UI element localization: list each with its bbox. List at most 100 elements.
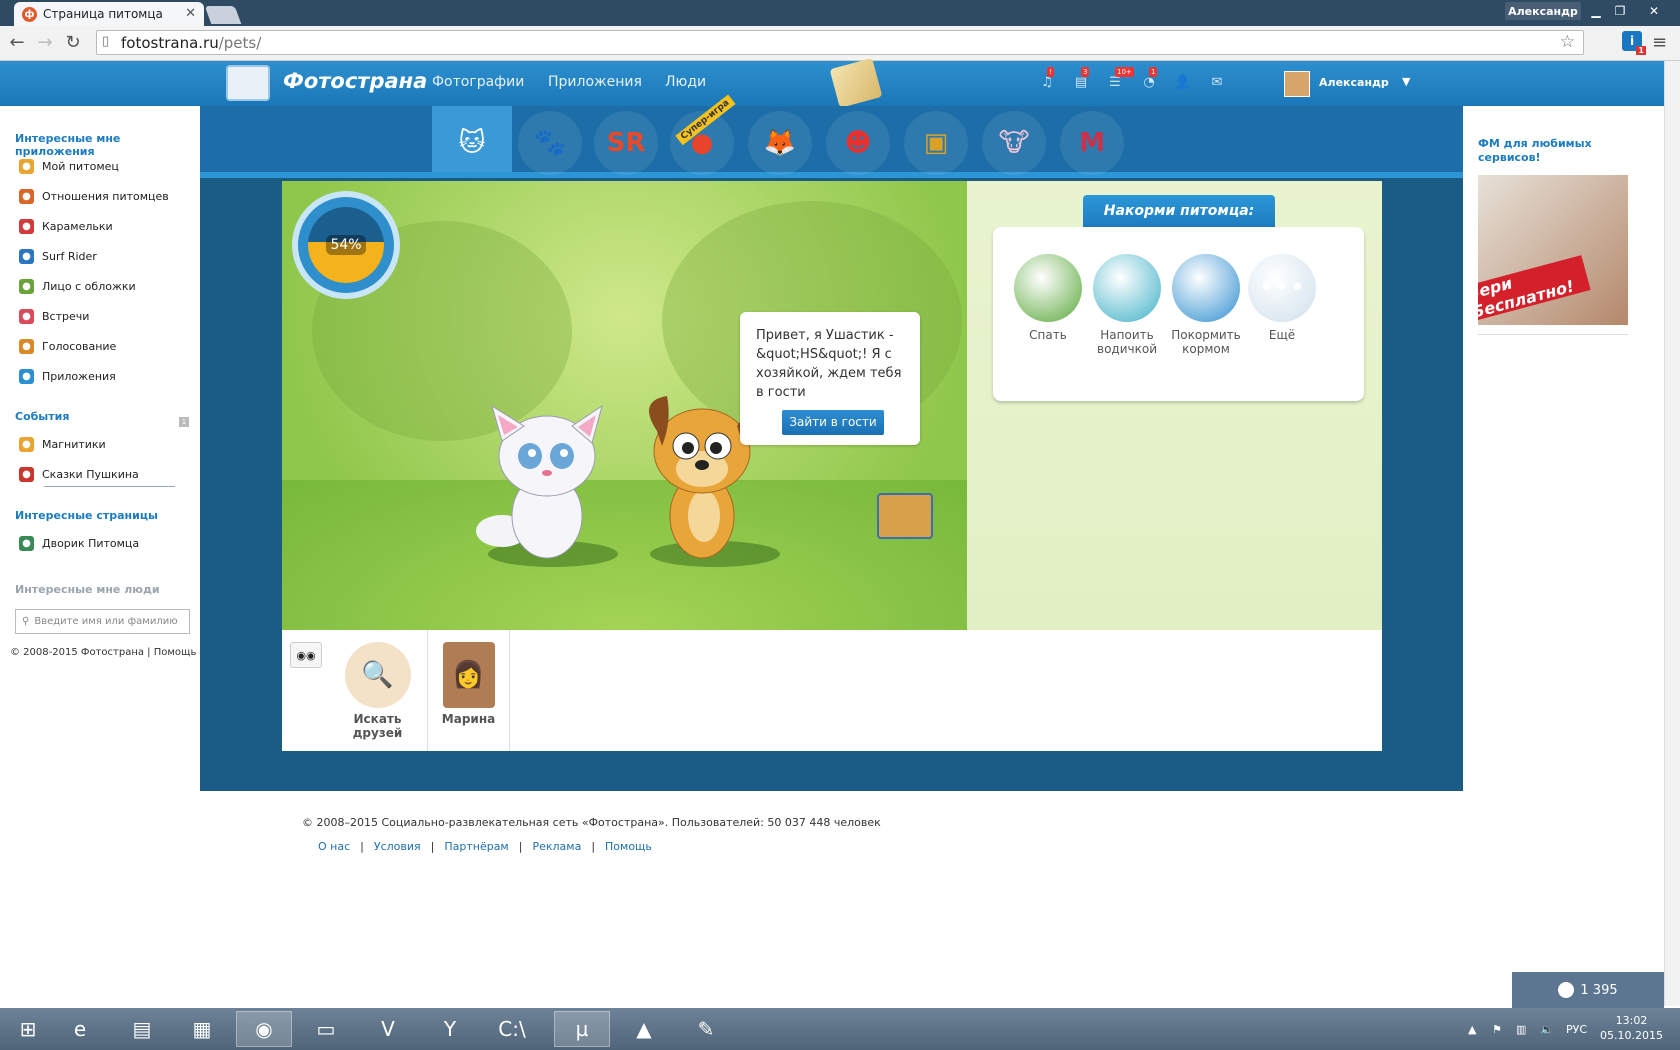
app-icon-angry[interactable]: ☻ <box>826 111 890 175</box>
fotostrana-logo-icon[interactable] <box>226 65 270 101</box>
close-window-icon[interactable]: ✕ <box>1642 2 1666 20</box>
restore-icon[interactable]: ❐ <box>1608 2 1632 20</box>
footer-link[interactable]: Партнёрам <box>444 840 508 853</box>
footer-link[interactable]: Реклама <box>532 840 581 853</box>
taskbar-chrome-icon[interactable]: ◉ <box>236 1011 292 1047</box>
clock-time: 13:02 <box>1615 1014 1648 1027</box>
sidebar-item[interactable]: ● Карамельки <box>19 218 113 234</box>
extension-icon[interactable]: i1 <box>1622 31 1646 55</box>
taskbar-start-icon[interactable]: ⊞ <box>0 1011 56 1047</box>
sidebar-item[interactable]: ● Магнитики <box>19 436 106 452</box>
feed-option[interactable]: ••• Ещё <box>1243 254 1321 342</box>
app-icon-mm[interactable]: M <box>1060 111 1124 175</box>
app-icon-cow[interactable]: 🐮 <box>982 111 1046 175</box>
user-avatar[interactable] <box>1284 71 1310 97</box>
music-icon[interactable]: ♫! <box>1038 67 1056 91</box>
taskbar-vnc-icon[interactable]: V <box>360 1011 416 1047</box>
page-scrollbar[interactable] <box>1664 61 1680 1006</box>
tab-pet-page[interactable]: ф Страница питомца ✕ <box>14 2 204 26</box>
chevron-down-icon[interactable]: ▼ <box>1402 75 1410 88</box>
friends-toggle-icon[interactable]: ◉◉ <box>290 642 322 668</box>
flag-icon[interactable]: ⚑ <box>1492 1023 1502 1036</box>
people-search-input[interactable]: ⚲ Введите имя или фамилию <box>15 609 190 634</box>
section-pages-title[interactable]: Интересные страницы <box>15 509 158 522</box>
browser-profile-button[interactable]: Александр <box>1505 2 1581 20</box>
network-icon[interactable]: ▥ <box>1516 1023 1526 1036</box>
letter-scroll-icon[interactable] <box>829 57 883 109</box>
taskbar-aimp-icon[interactable]: ▲ <box>616 1011 672 1047</box>
forward-icon[interactable]: → <box>34 31 56 53</box>
sidebar-item[interactable]: ● Дворик Питомца <box>19 535 139 551</box>
footer-link[interactable]: Условия <box>374 840 421 853</box>
feed-icon[interactable]: ☰ 10+ <box>1106 67 1134 91</box>
sidebar-item[interactable]: ● Сказки Пушкина <box>19 466 139 482</box>
minimize-icon[interactable]: ▁ <box>1584 2 1608 20</box>
pillow-icon <box>1014 254 1082 322</box>
sidebar-item[interactable]: ● Приложения <box>19 368 116 384</box>
taskbar-cmd-icon[interactable]: C:\ <box>484 1011 540 1047</box>
taskbar-paint-icon[interactable]: ✎ <box>678 1011 734 1047</box>
ad-title[interactable]: ФМ для любимых сервисов! <box>1478 137 1628 165</box>
header-user-name[interactable]: Александр <box>1319 76 1389 89</box>
friends-icon[interactable]: 👤 <box>1174 73 1192 91</box>
taskbar-explorer-icon[interactable]: ▤ <box>114 1011 170 1047</box>
clock[interactable]: 13:02 05.10.2015 <box>1600 1013 1663 1043</box>
find-friends-cell[interactable]: 🔍 Искать друзей <box>328 630 428 751</box>
sidebar-item[interactable]: ● Surf Rider <box>19 248 97 264</box>
new-tab-button[interactable] <box>204 6 242 24</box>
taskbar-store-icon[interactable]: ▦ <box>174 1011 230 1047</box>
friends-row: ◉◉ 🔍 Искать друзей 👩 Марина <box>282 630 1382 751</box>
bookmark-star-icon[interactable]: ☆ <box>1560 32 1575 52</box>
taskbar-utorrent-icon[interactable]: µ <box>554 1011 610 1047</box>
app-icon-surf-rider[interactable]: SR <box>594 111 658 175</box>
taskbar-yandex-icon[interactable]: Y <box>422 1011 478 1047</box>
mail-icon[interactable]: ✉ <box>1208 73 1226 91</box>
pet-house-icon[interactable] <box>877 493 933 539</box>
friend-marina-cell[interactable]: 👩 Марина <box>428 630 510 751</box>
sidebar-item[interactable]: ● Встречи <box>19 308 89 324</box>
ad-image[interactable]: Бери Бесплатно! <box>1478 175 1628 325</box>
sidebar-item-label: Дворик Питомца <box>42 536 140 550</box>
back-icon[interactable]: ← <box>6 31 28 53</box>
sidebar-item[interactable]: ● Голосование <box>19 338 116 354</box>
section-my-apps-title[interactable]: Интересные мне приложения <box>15 132 200 158</box>
sidebar-item-label: Лицо с обложки <box>42 279 136 293</box>
sidebar-item-label: Мой питомец <box>42 159 119 173</box>
taskbar-remote-icon[interactable]: ▭ <box>298 1011 354 1047</box>
nav-people[interactable]: Люди <box>665 74 706 90</box>
close-tab-icon[interactable]: ✕ <box>185 6 196 21</box>
window-titlebar: ф Страница питомца ✕ Александр ▁ ❐ ✕ <box>0 0 1680 26</box>
address-bar[interactable]: ▯ fotostrana.ru/pets/ ☆ <box>96 30 1584 55</box>
nav-photos[interactable]: Фотографии <box>432 74 524 90</box>
friend-avatar: 👩 <box>442 642 495 708</box>
app-icon-fox[interactable]: 🦊 <box>748 111 812 175</box>
online-counter[interactable]: 1 395 <box>1512 972 1664 1008</box>
feed-option[interactable]: Напоить водичкой <box>1088 254 1166 356</box>
language-indicator[interactable]: РУС <box>1566 1023 1587 1036</box>
app-icon-chest[interactable]: ▣ <box>904 111 968 175</box>
app-icon-pet[interactable]: 🐱 <box>440 111 504 175</box>
footer-link[interactable]: Помощь <box>605 840 652 853</box>
section-events-title[interactable]: События <box>15 410 69 423</box>
guests-icon[interactable]: ◔ 1 <box>1140 67 1158 91</box>
reload-icon[interactable]: ↻ <box>62 31 84 53</box>
cat-pet-image[interactable] <box>462 401 612 561</box>
section-people-title: Интересные мне люди <box>15 583 160 596</box>
sidebar-item[interactable]: ● Лицо с обложки <box>19 278 136 294</box>
volume-icon[interactable]: 🔈 <box>1540 1023 1554 1036</box>
site-logo-text[interactable]: Фотострана <box>283 69 427 93</box>
browser-menu-icon[interactable]: ≡ <box>1652 32 1667 53</box>
bowl-icon <box>1172 254 1240 322</box>
feed-option[interactable]: Спать <box>1009 254 1087 342</box>
sidebar-item[interactable]: ● Отношения питомцев <box>19 188 169 204</box>
news-icon[interactable]: ▤ 3 <box>1072 67 1090 91</box>
footer-link[interactable]: О нас <box>318 840 350 853</box>
app-icon-paw[interactable]: 🐾 <box>518 111 582 175</box>
sidebar-copyright[interactable]: © 2008-2015 Фотострана | Помощь <box>10 647 196 658</box>
taskbar-ie-icon[interactable]: e <box>52 1011 108 1047</box>
visit-button[interactable]: Зайти в гости <box>782 410 884 435</box>
sidebar-item[interactable]: ● Мой питомец <box>19 158 119 174</box>
nav-apps[interactable]: Приложения <box>548 74 642 90</box>
feed-option[interactable]: Покормить кормом <box>1167 254 1245 356</box>
tray-arrow-icon[interactable]: ▲ <box>1468 1023 1476 1036</box>
